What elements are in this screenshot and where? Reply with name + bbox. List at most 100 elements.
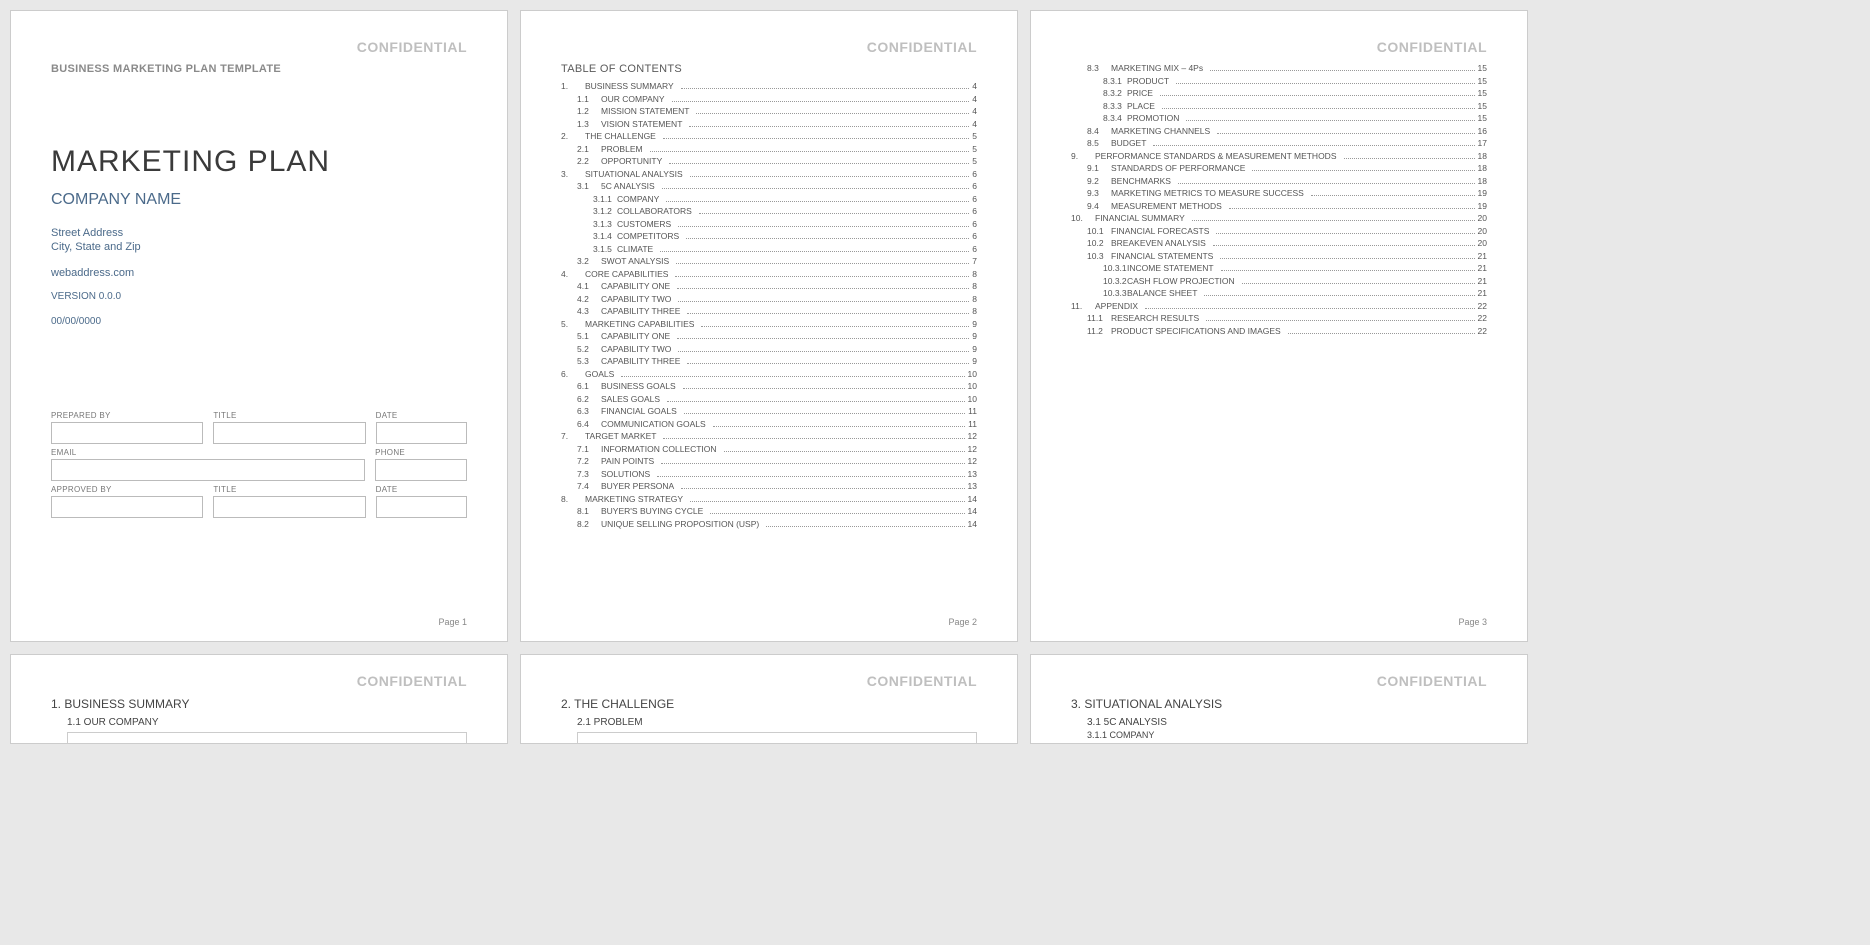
toc-label: BREAKEVEN ANALYSIS xyxy=(1111,238,1206,248)
page-number: Page 2 xyxy=(948,617,977,627)
toc-item[interactable]: 7.3SOLUTIONS13 xyxy=(577,469,977,479)
toc-item[interactable]: 4.2CAPABILITY TWO8 xyxy=(577,294,977,304)
toc-item[interactable]: 5.MARKETING CAPABILITIES9 xyxy=(561,319,977,329)
toc-item[interactable]: 6.1BUSINESS GOALS10 xyxy=(577,381,977,391)
toc-dots xyxy=(669,163,969,164)
toc-item[interactable]: 8.1BUYER'S BUYING CYCLE14 xyxy=(577,506,977,516)
toc-item[interactable]: 5.1CAPABILITY ONE9 xyxy=(577,331,977,341)
toc-item[interactable]: 3.SITUATIONAL ANALYSIS6 xyxy=(561,169,977,179)
toc-item[interactable]: 3.1.3CUSTOMERS6 xyxy=(593,219,977,229)
toc-number: 9.3 xyxy=(1087,188,1111,198)
toc-item[interactable]: 6.GOALS10 xyxy=(561,369,977,379)
toc-label: BUYER'S BUYING CYCLE xyxy=(601,506,703,516)
toc-label: CAPABILITY THREE xyxy=(601,306,680,316)
form-row-3: APPROVED BY TITLE DATE xyxy=(51,481,467,518)
toc-item[interactable]: 11.2PRODUCT SPECIFICATIONS AND IMAGES22 xyxy=(1087,326,1487,336)
toc-number: 6.2 xyxy=(577,394,601,404)
input-approved-by[interactable] xyxy=(51,496,203,518)
toc-item[interactable]: 10.3.3BALANCE SHEET21 xyxy=(1103,288,1487,298)
toc-number: 8.5 xyxy=(1087,138,1111,148)
toc-item[interactable]: 1.BUSINESS SUMMARY4 xyxy=(561,81,977,91)
toc-item[interactable]: 6.3FINANCIAL GOALS11 xyxy=(577,406,977,416)
toc-item[interactable]: 9.2BENCHMARKS18 xyxy=(1087,176,1487,186)
toc-item[interactable]: 5.2CAPABILITY TWO9 xyxy=(577,344,977,354)
toc-item[interactable]: 10.2BREAKEVEN ANALYSIS20 xyxy=(1087,238,1487,248)
toc-number: 3.2 xyxy=(577,256,601,266)
toc-item[interactable]: 3.15C ANALYSIS6 xyxy=(577,181,977,191)
toc-item[interactable]: 8.4MARKETING CHANNELS16 xyxy=(1087,126,1487,136)
toc-item[interactable]: 5.3CAPABILITY THREE9 xyxy=(577,356,977,366)
toc-number: 10.3.2 xyxy=(1103,276,1127,286)
toc-item[interactable]: 2.1PROBLEM5 xyxy=(577,144,977,154)
toc-item[interactable]: 2.THE CHALLENGE5 xyxy=(561,131,977,141)
toc-item[interactable]: 9.4MEASUREMENT METHODS19 xyxy=(1087,201,1487,211)
toc-dots xyxy=(1206,320,1474,321)
toc-item[interactable]: 3.1.1COMPANY6 xyxy=(593,194,977,204)
toc-page-number: 10 xyxy=(968,394,977,404)
toc-item[interactable]: 6.4COMMUNICATION GOALS11 xyxy=(577,419,977,429)
toc-page-number: 21 xyxy=(1478,263,1487,273)
toc-item[interactable]: 1.2MISSION STATEMENT4 xyxy=(577,106,977,116)
toc-item[interactable]: 3.1.5CLIMATE6 xyxy=(593,244,977,254)
toc-item[interactable]: 4.CORE CAPABILITIES8 xyxy=(561,269,977,279)
content-box[interactable] xyxy=(577,732,977,744)
input-phone[interactable] xyxy=(375,459,467,481)
toc-number: 11. xyxy=(1071,301,1095,311)
toc-item[interactable]: 1.1OUR COMPANY4 xyxy=(577,94,977,104)
toc-number: 2.1 xyxy=(577,144,601,154)
toc-item[interactable]: 8.5BUDGET17 xyxy=(1087,138,1487,148)
toc-item[interactable]: 10.FINANCIAL SUMMARY20 xyxy=(1071,213,1487,223)
toc-item[interactable]: 4.1CAPABILITY ONE8 xyxy=(577,281,977,291)
toc-label: MARKETING MIX – 4Ps xyxy=(1111,63,1203,73)
toc-item[interactable]: 7.2PAIN POINTS12 xyxy=(577,456,977,466)
toc-item[interactable]: 1.3VISION STATEMENT4 xyxy=(577,119,977,129)
toc-page-number: 10 xyxy=(968,381,977,391)
content-box[interactable] xyxy=(67,732,467,744)
toc-dots xyxy=(1216,233,1474,234)
toc-item[interactable]: 8.3.3PLACE15 xyxy=(1103,101,1487,111)
toc-item[interactable]: 7.1INFORMATION COLLECTION12 xyxy=(577,444,977,454)
toc-item[interactable]: 10.3.1INCOME STATEMENT21 xyxy=(1103,263,1487,273)
toc-number: 8.1 xyxy=(577,506,601,516)
toc-label: PRODUCT xyxy=(1127,76,1169,86)
toc-item[interactable]: 8.3.4PROMOTION15 xyxy=(1103,113,1487,123)
input-date-2[interactable] xyxy=(376,496,467,518)
toc-page-number: 6 xyxy=(972,219,977,229)
toc-item[interactable]: 6.2SALES GOALS10 xyxy=(577,394,977,404)
toc-item[interactable]: 3.2SWOT ANALYSIS7 xyxy=(577,256,977,266)
confidential-label: CONFIDENTIAL xyxy=(51,39,467,55)
toc-item[interactable]: 3.1.2COLLABORATORS6 xyxy=(593,206,977,216)
toc-item[interactable]: 8.2UNIQUE SELLING PROPOSITION (USP)14 xyxy=(577,519,977,529)
toc-item[interactable]: 4.3CAPABILITY THREE8 xyxy=(577,306,977,316)
toc-item[interactable]: 9.PERFORMANCE STANDARDS & MEASUREMENT ME… xyxy=(1071,151,1487,161)
company-name: COMPANY NAME xyxy=(51,191,467,209)
toc-item[interactable]: 7.TARGET MARKET12 xyxy=(561,431,977,441)
toc-item[interactable]: 11.APPENDIX22 xyxy=(1071,301,1487,311)
toc-item[interactable]: 8.MARKETING STRATEGY14 xyxy=(561,494,977,504)
toc-item[interactable]: 3.1.4COMPETITORS6 xyxy=(593,231,977,241)
toc-item[interactable]: 10.3FINANCIAL STATEMENTS21 xyxy=(1087,251,1487,261)
toc-item[interactable]: 9.1STANDARDS OF PERFORMANCE18 xyxy=(1087,163,1487,173)
street-address: Street Address xyxy=(51,227,467,239)
toc-item[interactable]: 10.3.2CASH FLOW PROJECTION21 xyxy=(1103,276,1487,286)
input-email[interactable] xyxy=(51,459,365,481)
toc-number: 9.2 xyxy=(1087,176,1111,186)
toc-item[interactable]: 11.1RESEARCH RESULTS22 xyxy=(1087,313,1487,323)
toc-page-number: 9 xyxy=(972,344,977,354)
toc-item[interactable]: 8.3.2PRICE15 xyxy=(1103,88,1487,98)
toc-item[interactable]: 10.1FINANCIAL FORECASTS20 xyxy=(1087,226,1487,236)
toc-item[interactable]: 2.2OPPORTUNITY5 xyxy=(577,156,977,166)
toc-item[interactable]: 8.3.1PRODUCT15 xyxy=(1103,76,1487,86)
input-title-2[interactable] xyxy=(213,496,365,518)
input-prepared-by[interactable] xyxy=(51,422,203,444)
toc-label: COLLABORATORS xyxy=(617,206,692,216)
toc-number: 3.1.2 xyxy=(593,206,617,216)
page-3: CONFIDENTIAL 8.3MARKETING MIX – 4Ps158.3… xyxy=(1030,10,1528,642)
input-date[interactable] xyxy=(376,422,467,444)
toc-item[interactable]: 8.3MARKETING MIX – 4Ps15 xyxy=(1087,63,1487,73)
input-title[interactable] xyxy=(213,422,365,444)
toc-item[interactable]: 9.3MARKETING METRICS TO MEASURE SUCCESS1… xyxy=(1087,188,1487,198)
toc-page-number: 9 xyxy=(972,356,977,366)
toc-dots xyxy=(724,451,965,452)
toc-item[interactable]: 7.4BUYER PERSONA13 xyxy=(577,481,977,491)
